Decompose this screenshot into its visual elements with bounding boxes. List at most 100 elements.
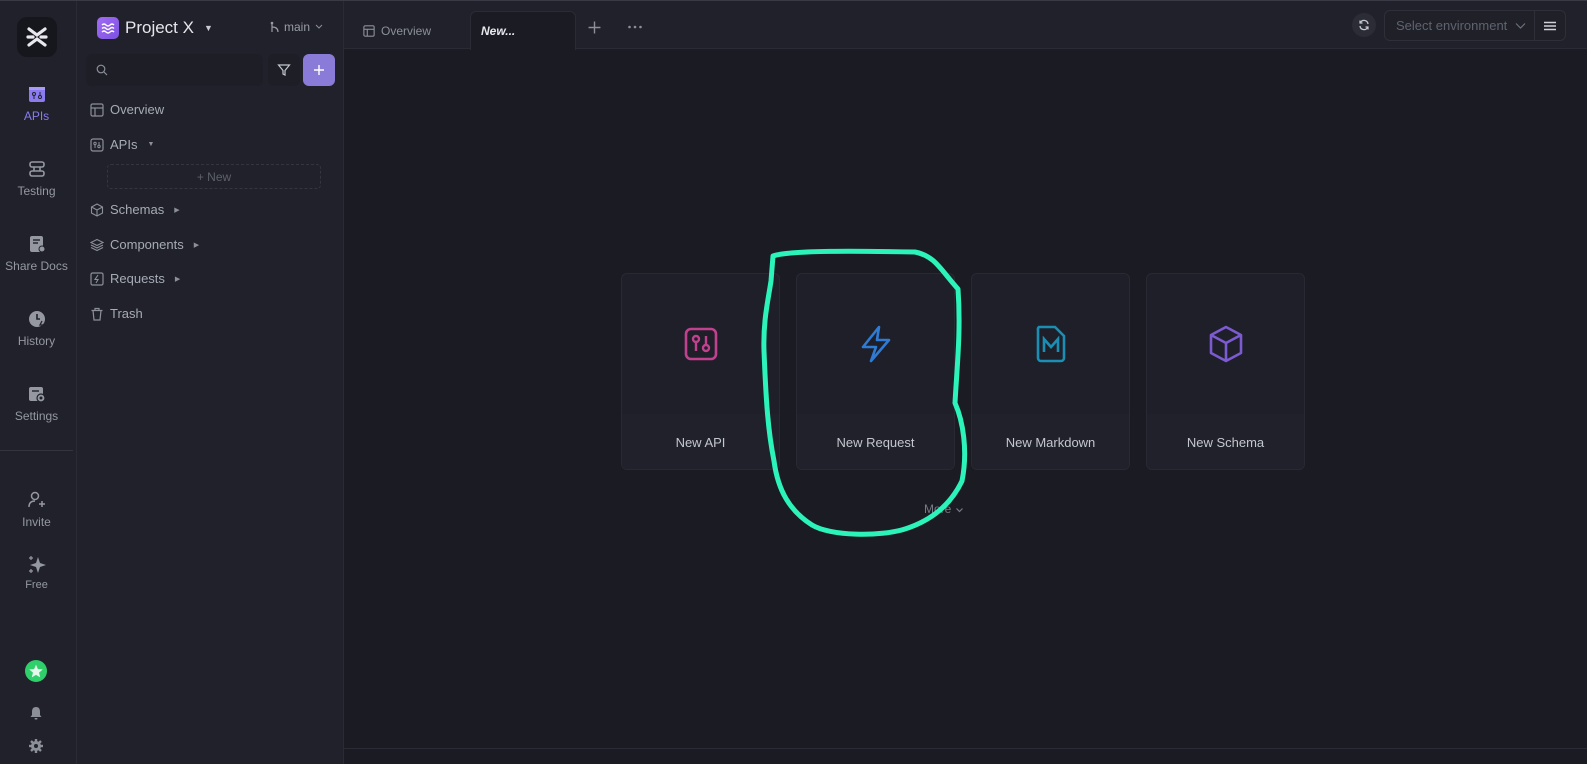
- chevron-down-icon: [315, 24, 323, 29]
- rail-item-history[interactable]: History: [0, 309, 73, 348]
- more-label: More: [924, 502, 952, 516]
- overview-icon: [90, 102, 104, 117]
- new-api-button[interactable]: + New: [107, 164, 321, 189]
- tree-item-trash[interactable]: Trash: [90, 306, 143, 321]
- more-options-button[interactable]: More: [924, 502, 964, 516]
- search-icon: [96, 64, 108, 76]
- rail-item-label: APIs: [23, 109, 50, 123]
- rail-item-label: Settings: [14, 409, 59, 423]
- add-button[interactable]: [303, 54, 335, 86]
- environment-select[interactable]: Select environment: [1384, 10, 1534, 41]
- logo-icon: [26, 27, 48, 47]
- tab-label: Overview: [381, 23, 432, 38]
- card-label: New Request: [797, 414, 954, 469]
- chevron-down-icon: [955, 508, 963, 513]
- left-rail: APIs Testing Share Docs History Settings…: [0, 1, 77, 764]
- requests-icon: [90, 271, 104, 286]
- rail-item-invite[interactable]: Invite: [0, 490, 73, 529]
- more-tabs-button[interactable]: [627, 17, 643, 33]
- new-api-card[interactable]: New API: [621, 273, 780, 470]
- new-markdown-card[interactable]: New Markdown: [971, 273, 1130, 470]
- rail-item-testing[interactable]: Testing: [0, 159, 73, 198]
- api-icon: [28, 87, 45, 102]
- search-box: [86, 54, 263, 86]
- tree-item-schemas[interactable]: Schemas ▶: [90, 202, 180, 217]
- rail-divider: [0, 450, 73, 451]
- card-label: New Markdown: [972, 414, 1129, 469]
- caret-down-icon: ▼: [203, 23, 213, 33]
- card-label: New Schema: [1147, 414, 1304, 469]
- rail-item-settings[interactable]: Settings: [0, 384, 73, 423]
- tab-bar: Overview New... Select environment: [344, 1, 1587, 50]
- api-icon: [684, 327, 717, 361]
- waves-icon: [101, 23, 115, 34]
- branch-name: main: [284, 20, 311, 34]
- gear-icon[interactable]: [28, 738, 44, 754]
- cube-icon: [1209, 325, 1242, 363]
- branch-icon: [270, 21, 279, 33]
- tab-label: New...: [481, 24, 516, 38]
- caret-right-icon: ▶: [174, 206, 180, 214]
- testing-icon: [28, 161, 45, 177]
- plus-icon: [588, 21, 601, 34]
- app-logo[interactable]: [17, 17, 57, 57]
- tree-item-label: Overview: [110, 102, 165, 117]
- refresh-icon: [1359, 19, 1369, 31]
- markdown-icon: [1036, 325, 1065, 363]
- project-logo: [97, 17, 119, 39]
- api-icon: [90, 137, 104, 152]
- menu-button[interactable]: [1534, 10, 1566, 41]
- tree-item-label: Requests: [110, 271, 165, 286]
- new-tab-button[interactable]: [588, 18, 601, 39]
- trash-icon: [91, 307, 103, 321]
- filter-icon: [277, 64, 291, 76]
- app-window: APIs Testing Share Docs History Settings…: [0, 0, 1587, 764]
- tab-overview[interactable]: Overview: [363, 11, 431, 50]
- chevron-down-icon: [1515, 22, 1526, 29]
- rail-item-label: Testing: [17, 184, 56, 198]
- tree-item-label: APIs: [110, 137, 138, 152]
- rail-item-label: Share Docs: [5, 259, 68, 273]
- share-docs-icon: [29, 236, 45, 253]
- branch-selector[interactable]: main: [270, 20, 324, 34]
- settings-icon: [28, 387, 46, 403]
- caret-down-icon: ▼: [147, 141, 155, 148]
- caret-right-icon: ▶: [174, 275, 181, 283]
- create-cards: New API New Request New Markdown New Sch…: [621, 273, 1305, 470]
- sync-button[interactable]: [1352, 13, 1376, 37]
- rail-item-apis[interactable]: APIs: [0, 84, 73, 123]
- components-icon: [90, 238, 104, 251]
- tree-item-label: Trash: [110, 306, 143, 321]
- sidebar: Project X ▼ main Overview APIs ▼ + New S…: [77, 1, 344, 764]
- filter-button[interactable]: [268, 54, 300, 86]
- sparkle-icon: [28, 556, 46, 573]
- rail-item-free[interactable]: Free: [0, 554, 73, 591]
- rail-item-label: Free: [25, 579, 48, 591]
- plus-icon: [314, 65, 324, 75]
- avatar[interactable]: [25, 660, 47, 682]
- main-area: Overview New... Select environment New A…: [344, 1, 1587, 764]
- new-schema-card[interactable]: New Schema: [1146, 273, 1305, 470]
- hamburger-icon: [1544, 21, 1556, 30]
- tree-item-requests[interactable]: Requests ▶: [90, 271, 180, 286]
- search-input[interactable]: [114, 63, 254, 77]
- new-request-card[interactable]: New Request: [796, 273, 955, 470]
- tree-item-label: Schemas: [110, 202, 165, 217]
- project-selector[interactable]: Project X ▼: [97, 17, 213, 39]
- lightning-icon: [861, 325, 890, 363]
- invite-icon: [27, 491, 45, 508]
- tree-item-components[interactable]: Components ▶: [90, 237, 199, 252]
- bell-icon[interactable]: [28, 705, 44, 721]
- schema-icon: [90, 202, 104, 217]
- rail-item-label: Invite: [22, 515, 51, 529]
- status-bar: [344, 748, 1587, 764]
- tree-item-apis[interactable]: APIs ▼: [90, 137, 154, 152]
- tree-item-overview[interactable]: Overview: [90, 102, 164, 117]
- rail-item-share-docs[interactable]: Share Docs: [0, 234, 73, 273]
- tab-new[interactable]: New...: [470, 11, 576, 50]
- card-label: New API: [622, 414, 779, 469]
- star-icon: [29, 664, 43, 678]
- history-icon: [28, 311, 45, 329]
- tree-item-label: Components: [110, 237, 184, 252]
- caret-right-icon: ▶: [193, 241, 200, 249]
